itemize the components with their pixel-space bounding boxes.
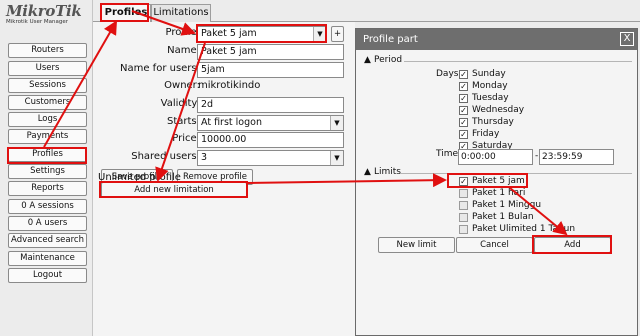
name-label: Name: (167, 45, 200, 56)
days-label: Days: (436, 69, 462, 79)
sidebar-item-users[interactable]: Users (8, 61, 87, 76)
name-for-users-field[interactable]: 5jam (197, 62, 344, 78)
profile-select[interactable]: Paket 5 jam ▼ (197, 26, 327, 42)
day-label-thursday: Thursday (472, 117, 514, 127)
shared-users-value: 3 (201, 152, 208, 163)
day-label-sunday: Sunday (472, 69, 506, 79)
divider (400, 173, 632, 174)
sidebar-item-routers[interactable]: Routers (8, 43, 87, 58)
sidebar-item-advanced-search[interactable]: Advanced search (8, 233, 87, 248)
triangle-up-icon[interactable]: ▲ (364, 55, 371, 65)
name-field[interactable]: Paket 5 jam (197, 44, 344, 60)
checkbox-friday[interactable]: ✓ (459, 130, 468, 139)
tab-bar: Profiles Limitations (93, 0, 640, 23)
sidebar-item-payments[interactable]: Payments (8, 129, 87, 144)
limit-label-paket-1-minggu: Paket 1 Minggu (472, 200, 542, 210)
dialog-titlebar: Profile part X (356, 29, 637, 50)
checkbox-limit-paket-5-jam[interactable]: ✓ (459, 177, 468, 186)
profile-part-dialog: Profile part X ▲ Period Days: ✓ Sunday ✓… (355, 28, 638, 336)
sidebar-item-customers[interactable]: Customers (8, 95, 87, 110)
limit-label-paket-1-bulan: Paket 1 Bulan (472, 212, 534, 222)
divider (404, 61, 632, 62)
day-label-tuesday: Tuesday (472, 93, 509, 103)
checkbox-tuesday[interactable]: ✓ (459, 94, 468, 103)
day-label-monday: Monday (472, 81, 508, 91)
limit-label-paket-unlimited: Paket Ulimited 1 Tahun (472, 224, 576, 234)
check-icon: ✓ (460, 82, 467, 91)
name-for-users-label: Name for users: (120, 63, 200, 74)
starts-label: Starts: (166, 116, 200, 127)
logo-name: MikroTik (6, 2, 82, 20)
time-to-field[interactable]: 23:59:59 (539, 149, 614, 165)
profile-form: Profile: Paket 5 jam ▼ + Name: Paket 5 j… (93, 22, 355, 336)
day-label-wednesday: Wednesday (472, 105, 525, 115)
check-icon: ✓ (460, 94, 467, 103)
profile-label: Profile: (165, 27, 200, 38)
limits-section-label: Limits (374, 167, 401, 177)
close-icon[interactable]: X (620, 32, 634, 46)
profile-select-value: Paket 5 jam (201, 28, 257, 39)
sidebar-item-settings[interactable]: Settings (8, 164, 87, 179)
validity-label: Validity: (160, 98, 200, 109)
checkbox-monday[interactable]: ✓ (459, 82, 468, 91)
sidebar-item-sessions[interactable]: Sessions (8, 78, 87, 93)
tab-limitations[interactable]: Limitations (151, 4, 211, 22)
limit-label-paket-1-hari: Paket 1 hari (472, 188, 526, 198)
checkbox-wednesday[interactable]: ✓ (459, 106, 468, 115)
add-button[interactable]: Add (534, 237, 611, 253)
shared-users-select[interactable]: 3 ▼ (197, 150, 344, 166)
checkbox-limit-paket-1-bulan[interactable] (459, 213, 468, 222)
sidebar-item-logs[interactable]: Logs (8, 112, 87, 127)
sidebar-item-active-users[interactable]: 0 A users (8, 216, 87, 231)
checkbox-sunday[interactable]: ✓ (459, 70, 468, 79)
time-from-field[interactable]: 0:00:00 (458, 149, 533, 165)
check-icon: ✓ (460, 177, 467, 186)
checkbox-limit-paket-unlimited[interactable] (459, 225, 468, 234)
triangle-up-icon[interactable]: ▲ (364, 167, 371, 177)
starts-select[interactable]: At first logon ▼ (197, 115, 344, 131)
chevron-down-icon: ▼ (330, 151, 343, 165)
chevron-down-icon: ▼ (330, 116, 343, 130)
dialog-title: Profile part (363, 34, 418, 45)
mikrotik-logo: MikroTik Mikrotik User Manager (6, 2, 90, 30)
check-icon: ✓ (460, 106, 467, 115)
checkbox-thursday[interactable]: ✓ (459, 118, 468, 127)
limit-label-paket-5-jam: Paket 5 jam (472, 176, 525, 186)
check-icon: ✓ (460, 130, 467, 139)
check-icon: ✓ (460, 118, 467, 127)
chevron-down-icon: ▼ (313, 27, 326, 41)
checkbox-limit-paket-1-hari[interactable] (459, 189, 468, 198)
check-icon: ✓ (460, 70, 467, 79)
sidebar-item-logout[interactable]: Logout (8, 268, 87, 283)
period-section-label: Period (374, 55, 403, 65)
sidebar-item-maintenance[interactable]: Maintenance (8, 251, 87, 266)
sidebar-item-profiles[interactable]: Profiles (8, 147, 87, 162)
sidebar-item-reports[interactable]: Reports (8, 181, 87, 196)
cancel-button[interactable]: Cancel (456, 237, 533, 253)
time-separator: - (535, 151, 539, 161)
checkbox-limit-paket-1-minggu[interactable] (459, 201, 468, 210)
sidebar: MikroTik Mikrotik User Manager Routers U… (0, 0, 93, 336)
day-label-friday: Friday (472, 129, 500, 139)
owner-value: mikrotikindo (198, 80, 261, 91)
add-profile-button[interactable]: + (331, 26, 344, 42)
shared-users-label: Shared users: (131, 151, 200, 162)
tab-profiles[interactable]: Profiles (101, 4, 151, 23)
price-label: Price: (172, 133, 200, 144)
new-limit-button[interactable]: New limit (378, 237, 455, 253)
price-field[interactable]: 10000.00 (197, 132, 344, 148)
owner-label: Owner: (164, 80, 200, 91)
validity-field[interactable]: 2d (197, 97, 344, 113)
starts-select-value: At first logon (201, 117, 262, 128)
sidebar-item-active-sessions[interactable]: 0 A sessions (8, 199, 87, 214)
add-new-limitation-button[interactable]: Add new limitation (101, 182, 247, 198)
